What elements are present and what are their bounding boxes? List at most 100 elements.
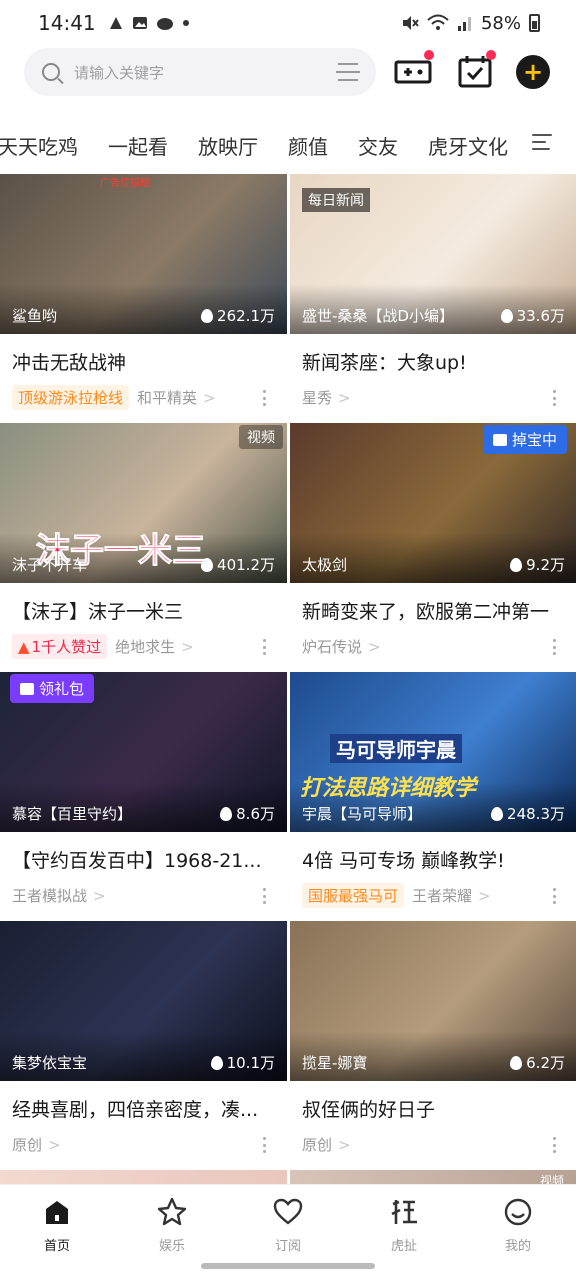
nav-subscribe[interactable]: 订阅 bbox=[248, 1195, 328, 1254]
thumb-overlay-text: 马可导师宇晨 bbox=[330, 734, 462, 763]
add-button[interactable]: + bbox=[516, 55, 550, 89]
game-link[interactable]: 绝地求生 > bbox=[115, 636, 194, 657]
search-bar[interactable]: 请输入关键字 bbox=[24, 48, 376, 96]
stream-title[interactable]: 冲击无敌战神 bbox=[12, 348, 278, 375]
flame-icon bbox=[201, 557, 214, 572]
live-card[interactable]: 掉宝中 太极剑 9.2万新畸变来了，欧服第二冲第一炉石传说 > bbox=[290, 423, 576, 669]
more-options-icon[interactable] bbox=[553, 888, 557, 904]
live-card[interactable]: 马可导师宇晨 打法思路详细教学 宇晨【马可导师】 248.3万 4倍 马可专场 巅峰教学… bbox=[290, 672, 576, 918]
more-options-icon[interactable] bbox=[553, 1137, 557, 1153]
nav-me[interactable]: 我的 bbox=[478, 1195, 558, 1254]
next-card-peek: 视频 bbox=[290, 1170, 576, 1188]
game-link[interactable]: 星秀 > bbox=[302, 387, 351, 408]
more-options-icon[interactable] bbox=[553, 390, 557, 406]
game-link[interactable]: 王者荣耀 > bbox=[412, 885, 491, 906]
more-options-icon[interactable] bbox=[553, 639, 557, 655]
stream-thumbnail[interactable]: 马可导师宇晨 打法思路详细教学 宇晨【马可导师】 248.3万 bbox=[290, 672, 576, 832]
category-tab[interactable]: 颜值 bbox=[288, 131, 328, 160]
game-link[interactable]: 炉石传说 > bbox=[302, 636, 381, 657]
category-tab[interactable]: 放映厅 bbox=[198, 131, 258, 160]
category-tab[interactable]: 交友 bbox=[358, 131, 398, 160]
category-tab[interactable]: 一起看 bbox=[108, 131, 168, 160]
nav-label: 订阅 bbox=[274, 1239, 301, 1254]
stream-thumbnail[interactable]: 揽星-娜寶 6.2万 bbox=[290, 921, 576, 1081]
huche-icon bbox=[391, 1200, 417, 1224]
stream-title[interactable]: 新闻茶座：大象up! bbox=[302, 348, 568, 375]
nav-huche[interactable]: 虎扯 bbox=[364, 1195, 444, 1254]
tag-chip[interactable]: 顶级游泳拉枪线 bbox=[12, 384, 130, 410]
stream-thumbnail[interactable]: 广告位招租 鲨鱼哟 262.1万 bbox=[0, 174, 287, 334]
more-options-icon[interactable] bbox=[263, 390, 267, 406]
app-notification-icon bbox=[109, 17, 122, 29]
heat-count: 8.6万 bbox=[220, 803, 275, 824]
game-name: 王者荣耀 bbox=[412, 886, 473, 905]
scan-icon[interactable] bbox=[336, 63, 360, 81]
image-notification-icon bbox=[132, 17, 147, 29]
promo-badge: 领礼包 bbox=[10, 674, 95, 703]
badge-label: 掉宝中 bbox=[511, 431, 557, 449]
heat-count: 33.6万 bbox=[500, 305, 565, 326]
profile-icon bbox=[504, 1198, 532, 1226]
heat-value: 248.3万 bbox=[507, 805, 565, 823]
stream-title[interactable]: 【沫子】沫子一米三 bbox=[12, 597, 278, 624]
live-card[interactable]: 沫子一米三 视频 沫子不开车 401.2万【沫子】沫子一米三 ▲ 1千人赞过 绝地求生 > bbox=[0, 423, 287, 669]
stream-title[interactable]: 新畸变来了，欧服第二冲第一 bbox=[302, 597, 568, 624]
checkin-button[interactable] bbox=[456, 50, 496, 88]
gift-icon bbox=[20, 682, 34, 695]
flame-icon bbox=[491, 806, 504, 821]
nav-entertainment[interactable]: 娱乐 bbox=[132, 1195, 212, 1254]
stream-title[interactable]: 4倍 马可专场 巅峰教学! bbox=[302, 846, 568, 873]
chevron-right-icon: > bbox=[93, 886, 106, 905]
flame-icon bbox=[210, 1055, 223, 1070]
heart-icon bbox=[273, 1198, 303, 1225]
heat-count: 6.2万 bbox=[510, 1052, 565, 1073]
more-options-icon[interactable] bbox=[263, 1137, 267, 1153]
heat-count: 248.3万 bbox=[491, 803, 565, 824]
live-card[interactable]: 集梦依宝宝 10.1万经典喜剧，四倍亲密度，凑... 原创 > bbox=[0, 921, 287, 1167]
more-options-icon[interactable] bbox=[263, 888, 267, 904]
video-tag: 视频 bbox=[239, 425, 283, 449]
home-indicator bbox=[201, 1263, 375, 1269]
star-icon bbox=[157, 1197, 187, 1226]
chip-label: 1千人赞过 bbox=[31, 637, 102, 656]
game-link[interactable]: 原创 > bbox=[302, 1134, 351, 1155]
live-card[interactable]: 每日新闻 盛世-桑桑【战D小编】 33.6万 新闻茶座：大象up! 星秀 > bbox=[290, 174, 576, 420]
heat-value: 401.2万 bbox=[217, 556, 275, 574]
anchor-name: 盛世-桑桑【战D小编】 bbox=[302, 307, 454, 325]
heat-value: 33.6万 bbox=[516, 307, 565, 325]
nav-label: 首页 bbox=[43, 1239, 70, 1254]
game-name: 星秀 bbox=[302, 388, 333, 407]
more-options-icon[interactable] bbox=[263, 639, 267, 655]
top-header: 请输入关键字 + bbox=[0, 48, 576, 98]
live-card[interactable]: 广告位招租 鲨鱼哟 262.1万冲击无敌战神 顶级游泳拉枪线 和平精英 > bbox=[0, 174, 287, 420]
stream-title[interactable]: 经典喜剧，四倍亲密度，凑... bbox=[12, 1095, 278, 1122]
nav-home[interactable]: 首页 bbox=[17, 1195, 97, 1254]
category-menu-icon[interactable] bbox=[532, 134, 552, 154]
tag-chip[interactable]: ▲ 1千人赞过 bbox=[12, 633, 108, 659]
flame-icon bbox=[510, 557, 523, 572]
category-tab[interactable]: 虎牙文化 bbox=[428, 131, 508, 160]
stream-thumbnail[interactable]: 领礼包 慕容【百里守约】 8.6万 bbox=[0, 672, 287, 832]
tag-chip[interactable]: 国服最强马可 bbox=[302, 882, 405, 908]
game-link[interactable]: 王者模拟战 > bbox=[12, 885, 106, 906]
game-link[interactable]: 和平精英 > bbox=[137, 387, 216, 408]
category-tab[interactable]: 天天吃鸡 bbox=[0, 131, 78, 160]
clock: 14:41 bbox=[38, 11, 96, 35]
stream-thumbnail[interactable]: 掉宝中 太极剑 9.2万 bbox=[290, 423, 576, 583]
anchor-name: 鲨鱼哟 bbox=[12, 307, 58, 325]
gamepad-button[interactable] bbox=[394, 50, 434, 88]
notification-icons bbox=[108, 15, 190, 31]
stream-thumbnail[interactable]: 沫子一米三 视频 沫子不开车 401.2万 bbox=[0, 423, 287, 583]
stream-thumbnail[interactable]: 每日新闻 盛世-桑桑【战D小编】 33.6万 bbox=[290, 174, 576, 334]
anchor-name: 揽星-娜寶 bbox=[302, 1054, 368, 1072]
status-bar: 14:41 58% bbox=[0, 0, 576, 46]
chevron-right-icon: > bbox=[181, 637, 194, 656]
live-card[interactable]: 揽星-娜寶 6.2万叔侄俩的好日子原创 > bbox=[290, 921, 576, 1167]
battery-icon bbox=[529, 14, 540, 32]
live-card[interactable]: 领礼包 慕容【百里守约】 8.6万【守约百发百中】1968-21... 王者模拟战 > bbox=[0, 672, 287, 918]
stream-title[interactable]: 叔侄俩的好日子 bbox=[302, 1095, 568, 1122]
home-icon bbox=[46, 1201, 68, 1224]
game-link[interactable]: 原创 > bbox=[12, 1134, 61, 1155]
stream-title[interactable]: 【守约百发百中】1968-21... bbox=[12, 846, 278, 873]
stream-thumbnail[interactable]: 集梦依宝宝 10.1万 bbox=[0, 921, 287, 1081]
